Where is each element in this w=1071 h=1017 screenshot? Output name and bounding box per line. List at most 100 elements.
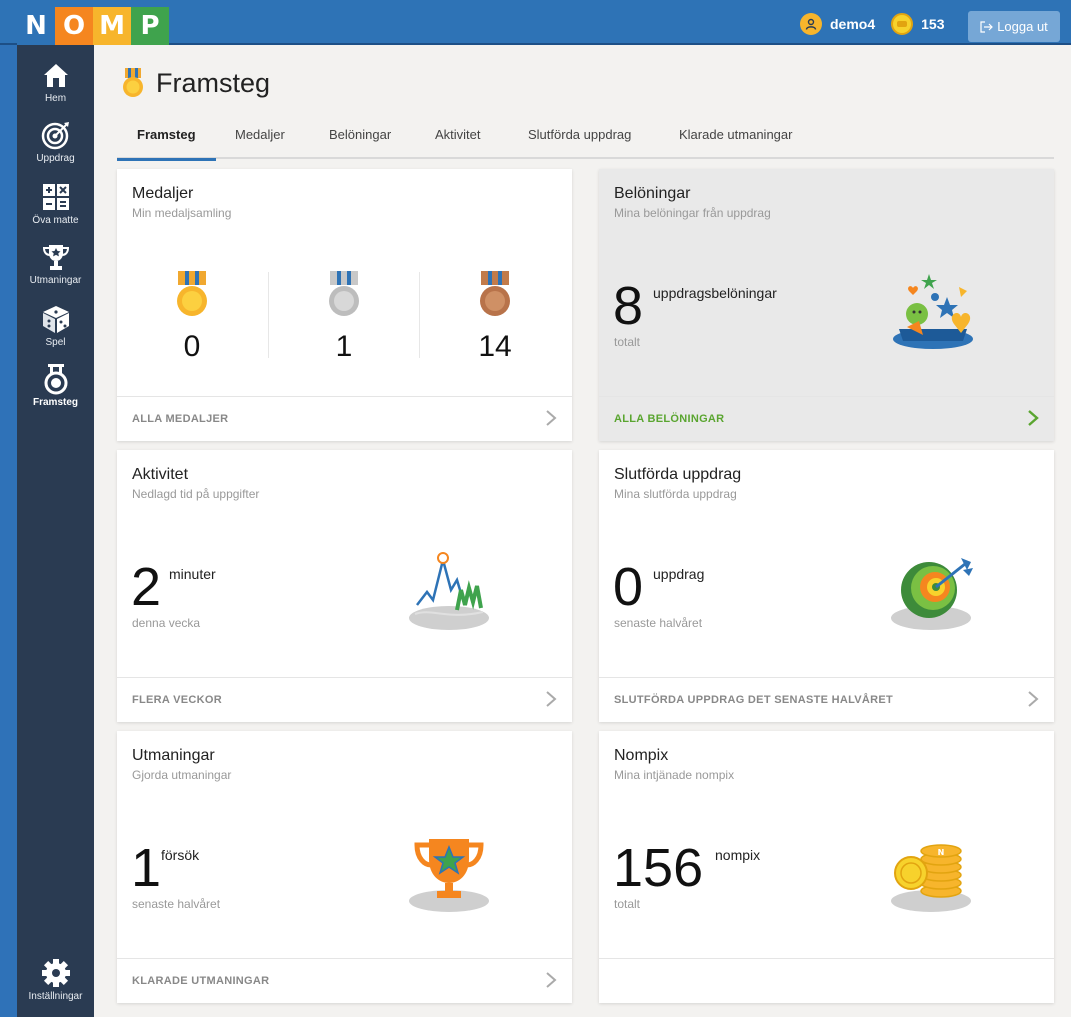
logout-label: Logga ut [997, 19, 1048, 34]
sidebar-item-spel[interactable]: Spel [17, 303, 94, 348]
trophy-icon [40, 241, 72, 273]
sidebar-item-uppdrag[interactable]: Uppdrag [17, 119, 94, 164]
silver-medal-icon [329, 271, 359, 316]
user-area: demo4 153 [800, 13, 944, 35]
logo-letter: P [131, 7, 169, 45]
sidebar-item-label: Hem [44, 93, 67, 104]
gold-medal-stat: 0 [117, 269, 267, 364]
sidebar-item-label: Spel [45, 337, 66, 348]
top-bar: N O M P demo4 153 Logga ut [0, 0, 1071, 45]
card-title: Slutförda uppdrag [614, 466, 742, 483]
completed-missions-card: Slutförda uppdrag Mina slutförda uppdrag… [599, 450, 1054, 722]
settings-label: Inställningar [28, 991, 83, 1002]
nompix-coin-icon [891, 13, 914, 35]
challenges-unit: försök [161, 847, 200, 863]
main-content: Framsteg Framsteg Medaljer Belöningar Ak… [94, 45, 1071, 1017]
coin-count: 153 [921, 16, 945, 32]
medal-icon [123, 68, 143, 97]
rewards-card: Belöningar Mina belöningar från uppdrag … [599, 169, 1054, 441]
tab-framsteg[interactable]: Framsteg [117, 127, 216, 161]
missions-value: 0 [613, 557, 644, 617]
bronze-medal-stat: 14 [420, 269, 570, 364]
sidebar-item-framsteg[interactable]: Framsteg [17, 363, 94, 408]
sidebar: Hem Uppdrag Öva matte Utmaningar Spel Fr… [17, 45, 94, 1017]
coin-stack-icon: N [891, 844, 971, 912]
card-title: Aktivitet [132, 466, 189, 483]
page-header: Framsteg [122, 67, 270, 99]
card-title: Belöningar [614, 185, 691, 202]
card-subtitle: Mina slutförda uppdrag [614, 487, 737, 501]
gold-medal-icon [177, 271, 207, 316]
card-subtitle: Mina belöningar från uppdrag [614, 206, 771, 220]
dice-icon [40, 303, 72, 335]
logout-icon [980, 20, 994, 33]
nomp-logo[interactable]: N O M P [17, 7, 169, 45]
logo-letter: N [17, 7, 55, 45]
card-title: Nompix [614, 747, 669, 764]
nompix-footer [599, 958, 1054, 1003]
nompix-card: Nompix Mina intjänade nompix 156 nompix … [599, 731, 1054, 1003]
medals-card: Medaljer Min medaljsamling 0 1 14 ALLA M… [117, 169, 572, 441]
activity-caption: denna vecka [132, 616, 201, 630]
tab-slutforda-uppdrag[interactable]: Slutförda uppdrag [508, 127, 651, 159]
challenges-caption: senaste halvåret [132, 897, 221, 911]
activity-chart-icon [409, 552, 489, 630]
completed-challenges-link[interactable]: KLARADE UTMANINGAR [117, 958, 572, 1003]
chevron-right-icon [546, 410, 557, 426]
sidebar-item-ova-matte[interactable]: Öva matte [17, 181, 94, 226]
footer-label: ALLA MEDALJER [132, 413, 229, 425]
logout-button[interactable]: Logga ut [968, 11, 1060, 42]
svg-text:N: N [938, 848, 945, 857]
calculator-icon [40, 181, 72, 213]
tab-beloningar[interactable]: Belöningar [309, 127, 411, 159]
more-weeks-link[interactable]: FLERA VECKOR [117, 677, 572, 722]
rewards-unit: uppdragsbelöningar [653, 285, 777, 301]
tab-medaljer[interactable]: Medaljer [215, 127, 305, 159]
nompix-unit: nompix [715, 847, 761, 863]
tab-aktivitet[interactable]: Aktivitet [415, 127, 501, 159]
all-medals-link[interactable]: ALLA MEDALJER [117, 396, 572, 441]
footer-label: SLUTFÖRDA UPPDRAG DET SENASTE HALVÅRET [614, 694, 894, 706]
gold-count: 0 [183, 330, 201, 363]
tab-klarade-utmaningar[interactable]: Klarade utmaningar [659, 127, 812, 159]
rewards-caption: totalt [614, 335, 641, 349]
activity-value: 2 [131, 557, 162, 617]
home-icon [40, 59, 72, 91]
nompix-caption: totalt [614, 897, 641, 911]
challenges-card: Utmaningar Gjorda utmaningar 1 försök se… [117, 731, 572, 1003]
missions-unit: uppdrag [653, 566, 705, 582]
sidebar-item-label: Framsteg [32, 397, 78, 408]
footer-label: FLERA VECKOR [132, 694, 222, 706]
sidebar-item-utmaningar[interactable]: Utmaningar [17, 241, 94, 286]
sidebar-item-label: Uppdrag [36, 153, 75, 164]
silver-count: 1 [335, 330, 353, 363]
medal-icon [40, 363, 72, 395]
rewards-value: 8 [613, 276, 644, 336]
activity-card: Aktivitet Nedlagd tid på uppgifter 2 min… [117, 450, 572, 722]
completed-missions-link[interactable]: SLUTFÖRDA UPPDRAG DET SENASTE HALVÅRET [599, 677, 1054, 722]
page-title: Framsteg [156, 67, 271, 98]
card-subtitle: Gjorda utmaningar [132, 768, 232, 782]
target-icon [40, 119, 72, 151]
rewards-box-icon [893, 274, 973, 349]
silver-medal-stat: 1 [269, 269, 419, 364]
sidebar-item-label: Öva matte [32, 215, 79, 226]
sidebar-item-label: Utmaningar [29, 275, 82, 286]
gear-icon [40, 957, 72, 989]
missions-caption: senaste halvåret [614, 616, 703, 630]
card-title: Medaljer [132, 185, 194, 202]
user-icon [800, 13, 822, 35]
username[interactable]: demo4 [830, 16, 875, 32]
sidebar-item-installningar[interactable]: Inställningar [17, 957, 94, 1002]
nompix-value: 156 [613, 838, 704, 898]
card-subtitle: Nedlagd tid på uppgifter [132, 487, 260, 501]
card-subtitle: Mina intjänade nompix [614, 768, 735, 782]
sidebar-item-hem[interactable]: Hem [17, 59, 94, 104]
chevron-right-icon [1028, 691, 1039, 707]
chevron-right-icon [546, 972, 557, 988]
target-dart-icon [891, 558, 973, 630]
bronze-count: 14 [478, 330, 512, 363]
card-subtitle: Min medaljsamling [132, 206, 232, 220]
logo-letter: O [55, 7, 93, 45]
all-rewards-link[interactable]: ALLA BELÖNINGAR [599, 396, 1054, 441]
